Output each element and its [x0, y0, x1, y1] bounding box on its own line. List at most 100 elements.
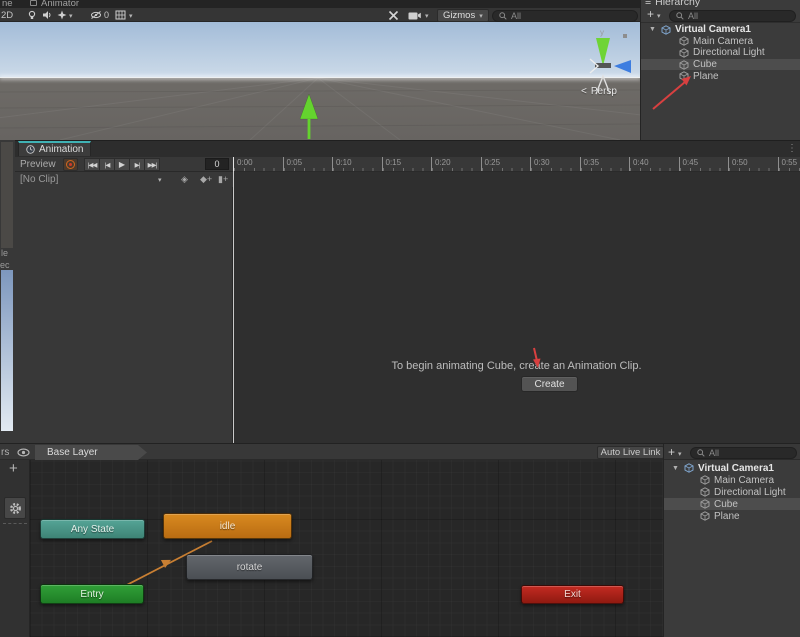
- perspective-label[interactable]: < Persp: [581, 86, 617, 97]
- record-button[interactable]: [63, 158, 78, 171]
- add-object-button[interactable]: +: [668, 445, 675, 459]
- eye-icon[interactable]: [17, 448, 30, 457]
- ruler-tick: 0:05: [283, 157, 333, 171]
- gameobject-icon: [700, 499, 710, 509]
- hierarchy-search-input[interactable]: All: [690, 447, 797, 459]
- hierarchy-item[interactable]: Plane: [641, 70, 800, 82]
- playhead-line[interactable]: [233, 157, 234, 443]
- gameobject-icon: [679, 60, 689, 70]
- state-node-any-state[interactable]: Any State: [40, 519, 145, 539]
- camera-dropdown-caret[interactable]: ▾: [425, 12, 429, 20]
- add-keyframe-icon[interactable]: ◆+: [200, 174, 212, 185]
- foldout-icon[interactable]: ▼: [672, 465, 680, 472]
- hierarchy-item[interactable]: Cube: [664, 498, 800, 510]
- previous-key-button[interactable]: |◀: [99, 158, 115, 171]
- animator-tab-icon: [30, 0, 37, 6]
- lighting-toggle-icon[interactable]: [27, 10, 37, 20]
- grid-visibility-icon[interactable]: [115, 10, 126, 20]
- add-object-button[interactable]: +: [647, 7, 654, 21]
- animator-window-tab[interactable]: Animator: [41, 0, 79, 8]
- breadcrumb-base-layer[interactable]: Base Layer: [35, 445, 147, 460]
- hierarchy-item[interactable]: Plane: [664, 510, 800, 522]
- clip-selector[interactable]: [No Clip]: [20, 174, 58, 185]
- tick-label: 0:05: [287, 158, 303, 167]
- animation-left-column[interactable]: [15, 187, 233, 443]
- gizmo-y-cone: [596, 38, 610, 66]
- add-layer-button[interactable]: +: [9, 460, 18, 477]
- play-button[interactable]: ▶: [114, 158, 130, 171]
- hierarchy-search-value: All: [688, 11, 698, 21]
- filter-curves-icon[interactable]: ◈: [181, 174, 188, 185]
- add-object-caret[interactable]: ▾: [678, 450, 682, 458]
- tick-label: 0:35: [584, 158, 600, 167]
- animator-panel: rs Base Layer Auto Live Link + ▾ All +: [0, 443, 800, 637]
- go-to-start-button[interactable]: |◀◀: [84, 158, 100, 171]
- partial-tab-top[interactable]: le: [1, 248, 8, 258]
- ruler-tick: 0:15: [382, 157, 432, 171]
- effects-dropdown-caret[interactable]: ▾: [69, 12, 73, 20]
- search-icon: [697, 449, 705, 457]
- item-label: Cube: [693, 59, 717, 70]
- sidebar-divider: [3, 523, 27, 524]
- ruler-tick: 0:10: [332, 157, 382, 171]
- audio-toggle-icon[interactable]: [42, 10, 52, 20]
- item-label: Main Camera: [714, 475, 774, 486]
- hierarchy-item-root[interactable]: ▼ Virtual Camera1: [664, 462, 800, 474]
- layers-tab-partial[interactable]: rs: [1, 447, 9, 458]
- add-event-icon[interactable]: ▮+: [218, 174, 228, 185]
- add-object-caret[interactable]: ▾: [657, 12, 661, 20]
- gameobject-icon: [700, 487, 710, 497]
- foldout-icon[interactable]: ▼: [649, 26, 657, 33]
- timeline-ruler[interactable]: 0:00 0:05 0:10 0:15 0:20: [233, 157, 800, 172]
- hierarchy-item[interactable]: Cube: [641, 59, 800, 71]
- scene-search-value: All: [511, 11, 521, 21]
- tick-label: 0:20: [435, 158, 451, 167]
- hierarchy-toolbar: + ▾ All: [641, 8, 800, 23]
- hierarchy-item[interactable]: Main Camera: [641, 36, 800, 48]
- state-node-exit[interactable]: Exit: [521, 585, 624, 604]
- scene-search-input[interactable]: All: [492, 10, 638, 22]
- auto-live-link-button[interactable]: Auto Live Link: [597, 446, 664, 459]
- state-node-idle[interactable]: idle: [163, 513, 292, 539]
- partial-tab-label[interactable]: ne: [2, 0, 13, 8]
- state-node-rotate[interactable]: rotate: [186, 554, 313, 580]
- hierarchy-item[interactable]: Directional Light: [664, 486, 800, 498]
- hidden-objects-count: 0: [104, 10, 109, 20]
- go-to-end-button[interactable]: ▶▶|: [144, 158, 160, 171]
- clip-selector-caret[interactable]: ▾: [158, 176, 162, 184]
- 2d-toggle-button[interactable]: 2D: [1, 10, 13, 21]
- tick-label: 0:55: [782, 158, 798, 167]
- tick-label: 0:30: [534, 158, 550, 167]
- grid-dropdown-caret[interactable]: ▾: [129, 12, 133, 20]
- preview-button[interactable]: Preview: [20, 159, 56, 170]
- hidden-objects-icon[interactable]: [90, 10, 102, 20]
- scene-viewport[interactable]: y < Persp: [0, 22, 640, 140]
- prefab-icon: [684, 463, 694, 473]
- animation-tab[interactable]: Animation: [18, 141, 91, 156]
- move-gizmo-y-arrow[interactable]: [296, 92, 322, 140]
- empty-clip-message: To begin animating Cube, create an Anima…: [233, 360, 800, 372]
- effects-toggle-icon[interactable]: [57, 10, 67, 20]
- scene-camera-icon[interactable]: [408, 11, 421, 20]
- search-icon: [499, 12, 507, 20]
- item-label: Directional Light: [693, 47, 765, 58]
- item-label: Main Camera: [693, 36, 753, 47]
- gizmos-dropdown[interactable]: Gizmos ▾: [437, 9, 489, 22]
- hierarchy-item-root[interactable]: ▼ Virtual Camera1: [641, 24, 800, 36]
- state-machine-graph[interactable]: [30, 460, 663, 637]
- ruler-tick: 0:50: [728, 157, 778, 171]
- gizmos-caret: ▾: [479, 12, 483, 20]
- hierarchy-search-input[interactable]: All: [669, 10, 796, 22]
- hierarchy-item[interactable]: Main Camera: [664, 474, 800, 486]
- state-node-entry[interactable]: Entry: [40, 584, 144, 604]
- hierarchy-item[interactable]: Directional Light: [641, 47, 800, 59]
- panel-menu-icon[interactable]: ⋮: [787, 143, 797, 154]
- partial-tab-bottom[interactable]: ec: [0, 260, 10, 270]
- frame-field[interactable]: 0: [205, 158, 229, 170]
- hierarchy-tab-clipped[interactable]: ≡ Hierarchy: [641, 0, 800, 8]
- component-tools-icon[interactable]: [388, 10, 399, 21]
- create-clip-button[interactable]: Create: [521, 376, 578, 392]
- layer-settings-button[interactable]: [4, 497, 26, 519]
- next-key-button[interactable]: ▶|: [129, 158, 145, 171]
- dopesheet-area[interactable]: To begin animating Cube, create an Anima…: [233, 172, 800, 443]
